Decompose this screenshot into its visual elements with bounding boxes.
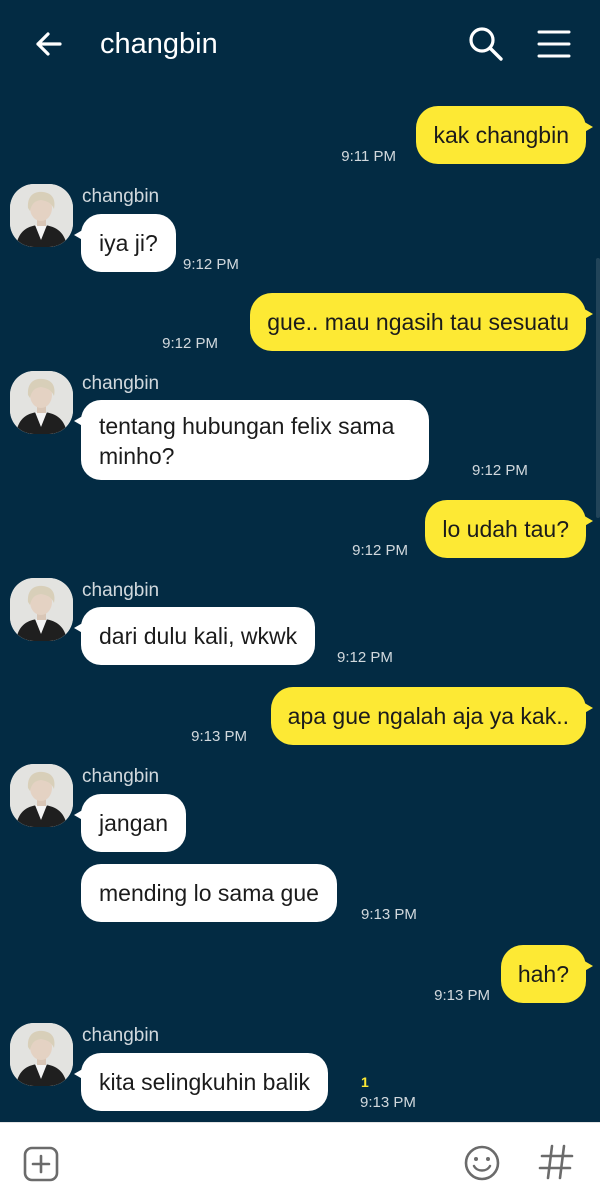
profile-photo [10,578,73,641]
unread-count: 1 [361,1074,369,1090]
menu-button[interactable] [534,26,574,62]
sender-name: changbin [82,580,160,601]
profile-photo [10,1023,73,1086]
incoming-message-bubble[interactable]: jangan [73,794,187,852]
incoming-message-bubble[interactable]: dari dulu kali, wkwk [73,607,316,665]
message-timestamp: 9:13 PM [361,906,417,923]
outgoing-message-bubble[interactable]: lo udah tau? [425,500,593,558]
outgoing-message-bubble[interactable]: hah? [500,945,594,1003]
message-timestamp: 9:12 PM [337,649,393,666]
search-button[interactable] [466,24,506,64]
message-timestamp: 9:13 PM [434,987,490,1004]
message-timestamp: 9:13 PM [360,1094,416,1111]
outgoing-message-bubble[interactable]: gue.. mau ngasih tau sesuatu [250,293,593,351]
avatar[interactable] [10,371,73,434]
incoming-message-bubble[interactable]: mending lo sama gue [81,864,337,922]
avatar[interactable] [10,764,73,827]
arrow-left-icon [36,32,62,56]
profile-photo [10,184,73,247]
outgoing-message-bubble[interactable]: apa gue ngalah aja ya kak.. [270,687,594,745]
hamburger-menu-icon [537,30,571,58]
avatar[interactable] [10,1023,73,1086]
chat-title: changbin [100,28,218,60]
message-input-bar [0,1122,600,1201]
plus-square-icon [23,1146,59,1182]
add-attachment-button[interactable] [22,1145,60,1183]
profile-photo [10,371,73,434]
hashtag-icon [538,1144,574,1180]
back-button[interactable] [30,26,70,62]
avatar[interactable] [10,578,73,641]
message-timestamp: 9:12 PM [162,335,218,352]
message-timestamp: 9:12 PM [472,462,528,479]
incoming-message-bubble[interactable]: tentang hubungan felix sama minho? [74,400,429,480]
outgoing-message-bubble[interactable]: kak changbin [416,106,593,164]
sender-name: changbin [82,1025,160,1046]
emoji-button[interactable] [462,1143,502,1183]
message-text-line: tentang hubungan felix sama [99,413,395,439]
incoming-message-bubble[interactable]: iya ji? [74,214,176,272]
sender-name: changbin [82,373,160,394]
hashtag-button[interactable] [536,1141,576,1183]
message-timestamp: 9:13 PM [191,728,247,745]
profile-photo [10,764,73,827]
sender-name: changbin [82,766,160,787]
smiley-icon [464,1145,500,1181]
message-timestamp: 9:11 PM [341,148,396,165]
search-icon [469,27,503,61]
message-input[interactable] [80,1139,444,1187]
avatar[interactable] [10,184,73,247]
scrollbar[interactable] [596,258,600,518]
chat-header: changbin [0,0,600,90]
message-timestamp: 9:12 PM [352,542,408,559]
message-timestamp: 9:12 PM [183,256,239,273]
incoming-message-bubble[interactable]: kita selingkuhin balik [74,1053,328,1111]
sender-name: changbin [82,186,160,207]
message-text-line: minho? [99,443,175,469]
